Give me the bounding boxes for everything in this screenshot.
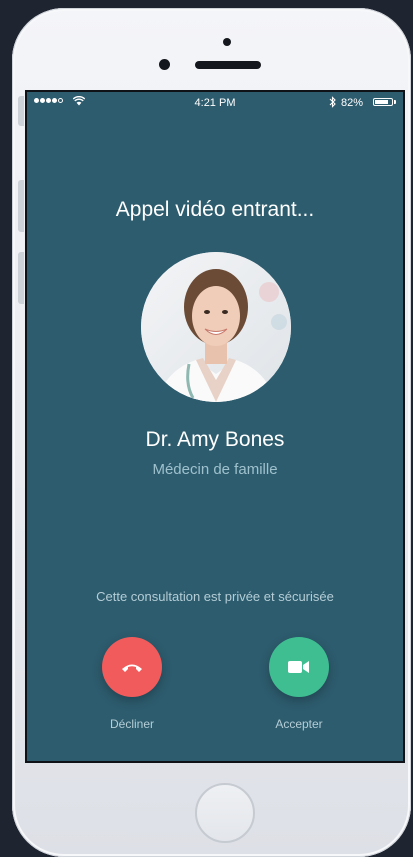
caller-avatar	[141, 252, 291, 402]
volume-up-button	[18, 180, 24, 232]
video-camera-icon	[288, 661, 309, 673]
caller-role: Médecin de famille	[152, 461, 278, 478]
bluetooth-icon	[329, 96, 336, 108]
home-button[interactable]	[195, 783, 255, 843]
accept-label: Accepter	[275, 717, 323, 731]
phone-hangup-icon	[122, 664, 142, 672]
battery-tip	[394, 100, 396, 104]
battery-percent: 82%	[341, 97, 364, 109]
volume-down-button	[18, 252, 24, 304]
doctor-portrait	[141, 252, 291, 402]
decline-label: Décliner	[109, 717, 154, 731]
accept-call-button[interactable]	[269, 637, 329, 697]
battery-icon	[373, 98, 393, 106]
privacy-note: Cette consultation est privée et sécuris…	[96, 589, 334, 604]
phone-screen: 4:21 PM 82% Appel vidéo entrant... Dr. A…	[25, 90, 405, 763]
decline-call-button[interactable]	[102, 637, 162, 697]
front-camera	[159, 59, 170, 70]
caller-name: Dr. Amy Bones	[145, 428, 285, 451]
status-bar: 4:21 PM 82%	[27, 92, 403, 114]
earpiece-speaker	[195, 61, 261, 69]
battery-level-fill	[375, 100, 389, 104]
incoming-call-title: Appel vidéo entrant...	[115, 198, 315, 221]
mute-switch	[18, 96, 24, 126]
proximity-sensor	[223, 38, 231, 46]
